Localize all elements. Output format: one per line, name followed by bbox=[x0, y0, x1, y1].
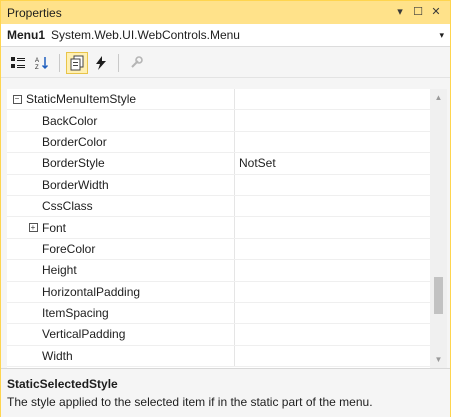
property-value[interactable] bbox=[235, 110, 430, 130]
property-value[interactable] bbox=[235, 132, 430, 152]
property-value[interactable] bbox=[235, 175, 430, 195]
toolbar-separator bbox=[59, 53, 60, 72]
properties-window: Properties ▾ ☐ ✕ Menu1 System.Web.UI.Web… bbox=[0, 0, 451, 417]
dropdown-arrow-icon[interactable]: ▾ bbox=[394, 7, 406, 19]
categorized-icon[interactable] bbox=[7, 52, 29, 74]
property-pages-icon[interactable] bbox=[125, 52, 147, 74]
property-row[interactable]: Width bbox=[7, 345, 430, 368]
property-row[interactable]: CssClass bbox=[7, 195, 430, 218]
property-name: CssClass bbox=[42, 199, 93, 214]
property-name: Height bbox=[42, 263, 77, 278]
expand-icon[interactable]: + bbox=[28, 223, 38, 233]
toolbar-separator bbox=[118, 53, 119, 72]
scroll-down-icon[interactable]: ▼ bbox=[430, 351, 447, 368]
property-row[interactable]: HorizontalPadding bbox=[7, 281, 430, 303]
property-name: BackColor bbox=[42, 113, 98, 128]
property-row-font[interactable]: + Font bbox=[7, 217, 430, 239]
property-value[interactable] bbox=[235, 324, 430, 344]
property-row[interactable]: ItemSpacing bbox=[7, 302, 430, 325]
window-controls: ▾ ☐ ✕ bbox=[394, 7, 450, 19]
property-name: StaticMenuItemStyle bbox=[26, 92, 137, 107]
property-value[interactable] bbox=[235, 239, 430, 259]
property-row[interactable]: BorderWidth bbox=[7, 174, 430, 196]
svg-text:A: A bbox=[35, 58, 39, 64]
property-name: BorderStyle bbox=[42, 156, 105, 171]
property-row[interactable]: BackColor bbox=[7, 110, 430, 132]
events-icon[interactable] bbox=[90, 52, 112, 74]
vertical-scrollbar[interactable]: ▲ ▼ bbox=[430, 89, 447, 368]
title-bar[interactable]: Properties ▾ ☐ ✕ bbox=[1, 1, 450, 24]
window-title: Properties bbox=[7, 5, 62, 20]
category-row-staticmenuitemstyle[interactable]: − StaticMenuItemStyle bbox=[7, 89, 430, 111]
property-value[interactable] bbox=[235, 196, 430, 216]
property-name: HorizontalPadding bbox=[42, 284, 141, 299]
property-name: BorderColor bbox=[42, 134, 107, 149]
property-row[interactable]: ForeColor bbox=[7, 238, 430, 261]
object-name: Menu1 bbox=[7, 28, 46, 42]
property-row[interactable]: BorderStyle NotSet bbox=[7, 153, 430, 175]
property-value[interactable] bbox=[235, 89, 430, 109]
object-type: System.Web.UI.WebControls.Menu bbox=[51, 28, 240, 42]
svg-text:Z: Z bbox=[35, 65, 39, 71]
chevron-down-icon[interactable]: ▾ bbox=[439, 30, 450, 41]
property-row[interactable]: Height bbox=[7, 260, 430, 282]
property-row[interactable]: VerticalPadding bbox=[7, 324, 430, 346]
property-value[interactable]: NotSet bbox=[235, 153, 430, 173]
scrollbar-thumb[interactable] bbox=[434, 277, 443, 314]
property-row[interactable]: BorderColor bbox=[7, 131, 430, 154]
collapse-icon[interactable]: − bbox=[12, 94, 22, 104]
description-text: The style applied to the selected item i… bbox=[7, 395, 373, 409]
property-name: ItemSpacing bbox=[42, 306, 109, 321]
property-name: ForeColor bbox=[42, 241, 96, 256]
property-name: VerticalPadding bbox=[42, 327, 126, 342]
maximize-icon[interactable]: ☐ bbox=[412, 7, 424, 19]
properties-icon[interactable] bbox=[66, 51, 88, 74]
property-value[interactable] bbox=[235, 303, 430, 323]
property-value[interactable] bbox=[235, 260, 430, 280]
property-name: Font bbox=[42, 220, 67, 235]
scroll-up-icon[interactable]: ▲ bbox=[430, 89, 447, 106]
description-title: StaticSelectedStyle bbox=[7, 377, 118, 391]
property-value[interactable] bbox=[235, 282, 430, 302]
property-name: BorderWidth bbox=[42, 177, 109, 192]
alphabetical-icon[interactable]: A Z bbox=[31, 52, 53, 74]
property-value[interactable] bbox=[235, 346, 430, 366]
property-name: Width bbox=[42, 348, 73, 363]
property-grid: − StaticMenuItemStyle BackColor BorderCo… bbox=[7, 89, 430, 368]
object-selector[interactable]: Menu1 System.Web.UI.WebControls.Menu ▾ bbox=[1, 24, 450, 47]
description-panel: StaticSelectedStyle The style applied to… bbox=[1, 368, 450, 417]
property-value[interactable] bbox=[235, 217, 430, 237]
properties-toolbar: A Z bbox=[1, 48, 450, 78]
close-icon[interactable]: ✕ bbox=[430, 7, 442, 19]
